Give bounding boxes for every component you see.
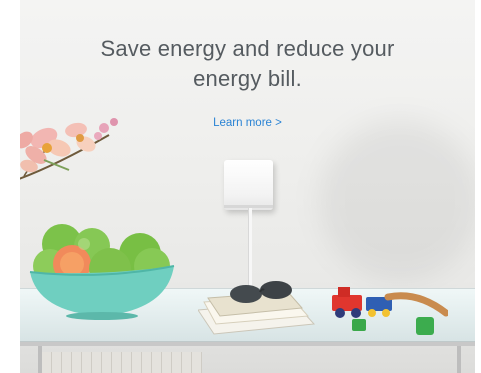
hero-banner: Save energy and reduce your energy bill.… bbox=[20, 0, 475, 373]
shelf-books bbox=[42, 352, 202, 373]
toy-train-image bbox=[332, 287, 448, 335]
apple-bowl-image bbox=[29, 224, 175, 320]
hero-headline: Save energy and reduce your energy bill. bbox=[20, 34, 475, 94]
table-leg-right bbox=[457, 346, 461, 373]
headline-line-2: energy bill. bbox=[193, 66, 302, 91]
wall-shadow bbox=[320, 120, 475, 280]
headline-line-1: Save energy and reduce your bbox=[100, 36, 395, 61]
books-and-sunglasses-image bbox=[198, 281, 316, 335]
ac-controller-device-image bbox=[224, 160, 273, 210]
